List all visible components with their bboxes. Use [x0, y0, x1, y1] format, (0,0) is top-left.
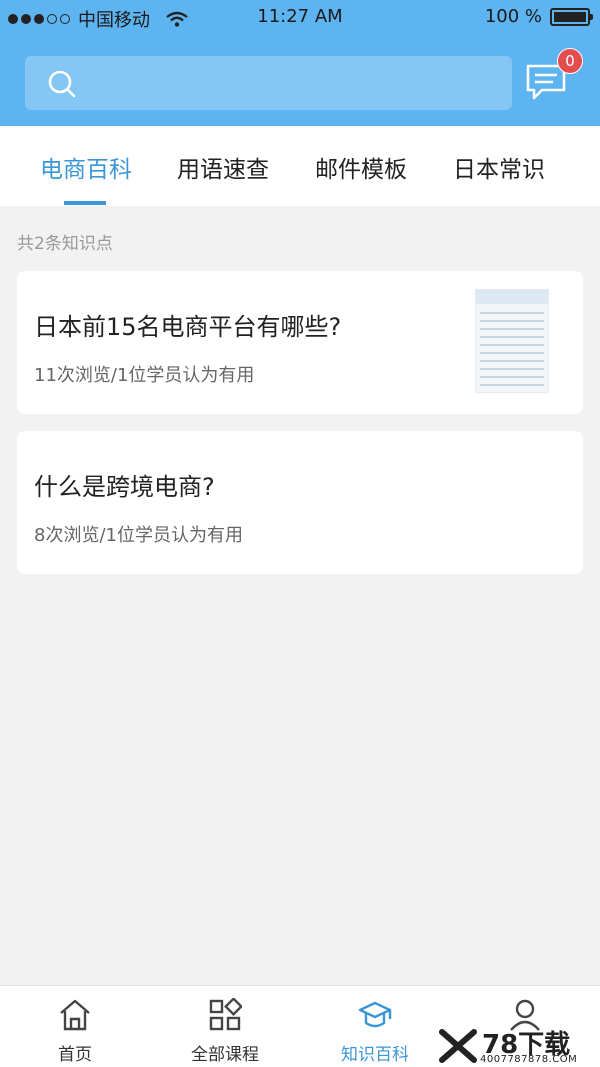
- graduation-cap-icon: [358, 1001, 392, 1028]
- active-tab-indicator: [64, 201, 106, 205]
- watermark-sub: 4007787878.COM: [480, 1054, 578, 1065]
- battery-percent: 100 %: [484, 6, 542, 27]
- tab-ecommerce-encyclopedia[interactable]: 电商百科: [40, 150, 132, 206]
- list-item[interactable]: 什么是跨境电商? 8次浏览/1位学员认为有用: [17, 431, 583, 574]
- category-tabs: 电商百科 用语速查 邮件模板 日本常识: [0, 126, 600, 206]
- tab-term-lookup[interactable]: 用语速查: [177, 150, 269, 206]
- item-title: 什么是跨境电商?: [34, 473, 215, 501]
- search-input[interactable]: [25, 56, 512, 110]
- home-icon: [60, 999, 90, 1031]
- nav-label: 全部课程: [191, 1045, 259, 1065]
- item-meta: 8次浏览/1位学员认为有用: [34, 525, 243, 546]
- watermark-logo-icon: [439, 1029, 477, 1063]
- header: 中国移动 11:27 AM 100 % 0: [0, 0, 600, 126]
- message-badge: 0: [557, 48, 583, 74]
- watermark: 78下载 4007787878.COM: [438, 1026, 598, 1066]
- grid-icon: [209, 998, 242, 1031]
- nav-knowledge[interactable]: 知识百科: [300, 986, 450, 1067]
- search-icon: [48, 70, 76, 98]
- nav-label: 知识百科: [341, 1045, 409, 1065]
- knowledge-count: 共2条知识点: [17, 234, 113, 254]
- status-right: 100 %: [484, 6, 593, 27]
- battery-icon: [550, 7, 593, 26]
- item-meta: 11次浏览/1位学员认为有用: [34, 365, 255, 386]
- tab-email-templates[interactable]: 邮件模板: [315, 150, 407, 206]
- item-thumbnail: [475, 289, 549, 393]
- nav-all-courses[interactable]: 全部课程: [150, 986, 300, 1067]
- nav-label: 首页: [58, 1045, 92, 1065]
- item-title: 日本前15名电商平台有哪些?: [34, 313, 342, 341]
- nav-home[interactable]: 首页: [0, 986, 150, 1067]
- status-bar: 中国移动 11:27 AM 100 %: [0, 0, 600, 34]
- tab-japan-knowledge[interactable]: 日本常识: [453, 150, 545, 206]
- list-item[interactable]: 日本前15名电商平台有哪些? 11次浏览/1位学员认为有用: [17, 271, 583, 414]
